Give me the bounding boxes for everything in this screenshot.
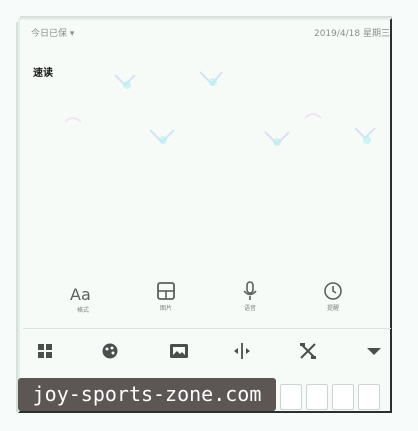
doodle	[304, 113, 322, 119]
voice-tool[interactable]: 语音	[230, 280, 270, 312]
status-bar: 今日已保 ▾ 2019/4/18 星期三	[31, 26, 390, 40]
svg-text:Aa: Aa	[70, 285, 91, 304]
toolbar-divider	[23, 328, 391, 329]
doodle-dot	[123, 81, 131, 89]
collapse-button[interactable]	[362, 341, 386, 361]
background-doodles	[64, 71, 376, 146]
doodle-dot	[273, 138, 281, 146]
doodle	[354, 127, 376, 140]
voice-tool-label: 语音	[243, 305, 256, 312]
grid-button[interactable]	[33, 341, 57, 361]
doodle-dot	[363, 136, 371, 144]
palette-icon	[102, 343, 118, 359]
save-status[interactable]: 今日已保 ▾	[31, 26, 74, 39]
keyboard-key[interactable]	[280, 384, 302, 410]
note-title[interactable]: 速读	[33, 64, 53, 79]
image-tool[interactable]: 图片	[146, 280, 186, 312]
watermark-banner: joy-sports-zone.com	[18, 378, 276, 411]
microphone-icon	[243, 281, 257, 300]
keyboard-peek	[274, 378, 392, 412]
format-tool[interactable]: Aa 格式	[63, 284, 103, 314]
format-tool-label: 格式	[76, 307, 89, 314]
image-layout-icon	[157, 282, 175, 300]
image-insert-button[interactable]	[167, 341, 191, 361]
grid-icon	[38, 344, 52, 358]
chevron-down-icon	[367, 348, 381, 355]
doodle	[64, 117, 82, 123]
keyboard-key[interactable]	[306, 384, 328, 410]
scissors-icon	[300, 343, 316, 359]
reminder-tool[interactable]: 提醒	[313, 280, 353, 312]
clock-icon	[324, 282, 342, 300]
palette-button[interactable]	[98, 341, 122, 361]
keyboard-key[interactable]	[358, 384, 380, 410]
crop-button[interactable]	[296, 341, 320, 361]
doodle-dot	[209, 78, 217, 86]
reminder-tool-label: 提醒	[326, 305, 339, 312]
split-button[interactable]	[230, 341, 254, 361]
text-format-icon: Aa	[70, 285, 91, 304]
split-icon	[234, 343, 250, 359]
image-icon	[170, 344, 188, 358]
date-label: 2019/4/18 星期三	[313, 29, 390, 39]
doodle-dot	[159, 136, 167, 144]
image-tool-label: 图片	[159, 305, 172, 312]
keyboard-key[interactable]	[332, 384, 354, 410]
